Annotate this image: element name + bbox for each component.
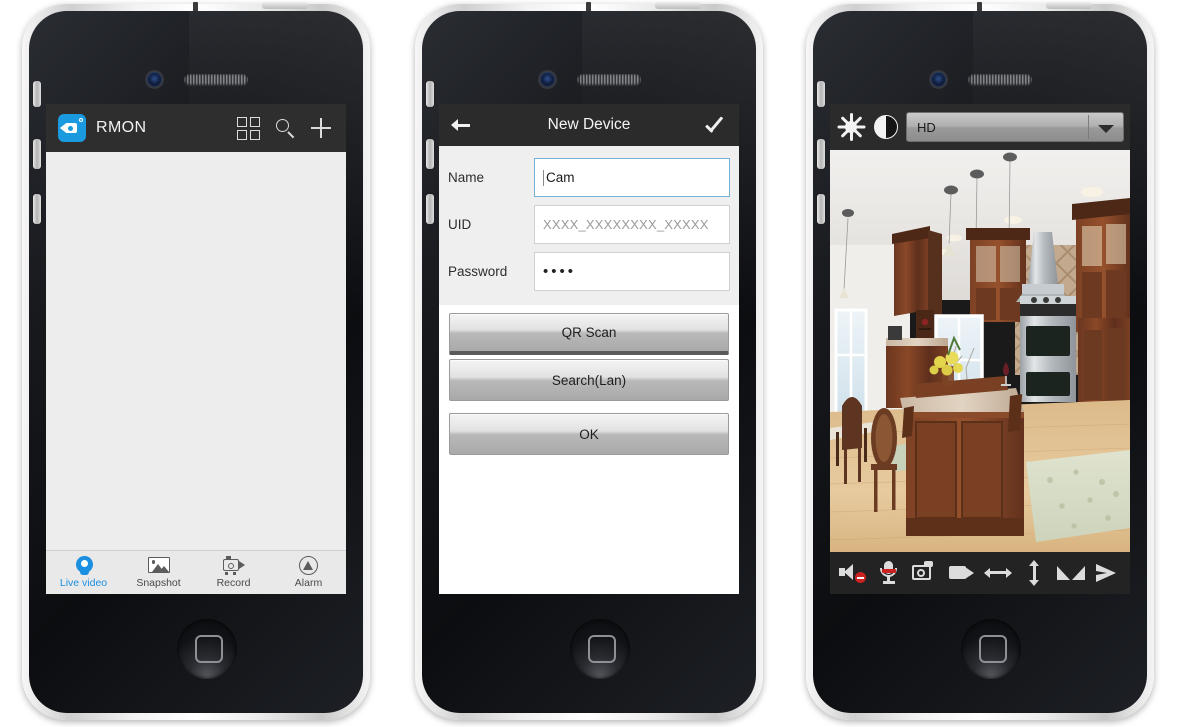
field-placeholder: XXXX_XXXXXXXX_XXXXX (543, 217, 709, 232)
mute-switch[interactable] (426, 81, 434, 107)
page-title: New Device (547, 116, 631, 133)
checkmark-icon[interactable] (704, 115, 727, 135)
field-label: Password (448, 264, 508, 279)
horizontal-pan-icon[interactable] (984, 560, 1013, 586)
earpiece-speaker (968, 74, 1032, 85)
front-camera (147, 72, 162, 87)
alarm-icon (297, 556, 321, 575)
volume-up-button[interactable] (817, 139, 825, 169)
contrast-icon[interactable] (874, 115, 898, 139)
speaker-muted-icon[interactable] (838, 560, 867, 586)
search-icon[interactable] (272, 115, 298, 141)
qr-scan-button[interactable]: QR Scan (449, 313, 729, 355)
form-row-name: Name Cam (439, 154, 739, 201)
live-video-feed[interactable] (830, 150, 1130, 552)
screen-new-device: New Device Name Cam UID XXXX_XXXXXXXX_XX… (439, 104, 739, 594)
tab-live-video[interactable]: Live video (46, 551, 121, 594)
volume-down-button[interactable] (426, 194, 434, 224)
home-button[interactable] (961, 619, 1021, 679)
phone-device-1: RMON Live video Snapshot Record Alarm (12, 0, 380, 727)
field-value: •••• (543, 263, 577, 280)
play-arrow-icon[interactable] (1094, 560, 1122, 586)
earpiece-speaker (577, 74, 641, 85)
microphone-muted-icon[interactable] (875, 560, 903, 586)
screen-device-list: RMON Live video Snapshot Record Alarm (46, 104, 346, 594)
power-button[interactable] (1046, 2, 1092, 9)
name-input[interactable]: Cam (534, 158, 730, 197)
bottom-tab-bar: Live video Snapshot Record Alarm (46, 550, 346, 594)
uid-input[interactable]: XXXX_XXXXXXXX_XXXXX (534, 205, 730, 244)
tab-alarm[interactable]: Alarm (271, 551, 346, 594)
password-input[interactable]: •••• (534, 252, 730, 291)
tab-label: Live video (59, 577, 108, 589)
video-control-bar (830, 552, 1130, 594)
camcorder-app-icon (58, 114, 86, 142)
brightness-sun-icon[interactable] (836, 112, 866, 142)
phone-device-2: New Device Name Cam UID XXXX_XXXXXXXX_XX… (405, 0, 773, 727)
search-lan-button[interactable]: Search(Lan) (449, 359, 729, 401)
camera-snapshot-icon[interactable] (911, 560, 939, 586)
power-button[interactable] (262, 2, 308, 9)
kitchen-scene (830, 150, 1130, 552)
tab-label: Record (216, 577, 251, 589)
app-bar: RMON (46, 104, 346, 152)
record-icon (222, 556, 246, 575)
home-button[interactable] (177, 619, 237, 679)
form-row-uid: UID XXXX_XXXXXXXX_XXXXX (439, 201, 739, 248)
quality-dropdown[interactable]: HD (906, 112, 1124, 142)
volume-up-button[interactable] (426, 139, 434, 169)
field-value: Cam (546, 170, 575, 185)
front-camera (540, 72, 555, 87)
text-caret (543, 169, 544, 186)
field-label: UID (448, 217, 472, 232)
vertical-tilt-icon[interactable] (1021, 560, 1049, 586)
tab-label: Alarm (294, 577, 323, 589)
volume-down-button[interactable] (33, 194, 41, 224)
device-list-area[interactable] (46, 152, 346, 550)
grid-view-icon[interactable] (236, 115, 262, 141)
tab-label: Snapshot (136, 577, 181, 589)
phone-device-3: HD (796, 0, 1164, 727)
camcorder-record-icon[interactable] (948, 560, 976, 586)
form-row-password: Password •••• (439, 248, 739, 295)
video-toolbar: HD (830, 104, 1130, 150)
back-arrow-icon[interactable] (451, 115, 471, 135)
live-video-icon (72, 556, 96, 575)
snapshot-icon (147, 556, 171, 575)
quality-value: HD (917, 119, 936, 135)
home-button[interactable] (570, 619, 630, 679)
volume-down-button[interactable] (817, 194, 825, 224)
volume-up-button[interactable] (33, 139, 41, 169)
front-camera (931, 72, 946, 87)
field-label: Name (448, 170, 485, 185)
tab-record[interactable]: Record (196, 551, 271, 594)
screenshot-stage: RMON Live video Snapshot Record Alarm Ne… (0, 0, 1177, 727)
nav-bar: New Device (439, 104, 739, 146)
plus-icon[interactable] (308, 115, 334, 141)
form-buttons: QR Scan Search(Lan) OK (439, 305, 739, 455)
mute-switch[interactable] (817, 81, 825, 107)
mute-switch[interactable] (33, 81, 41, 107)
earpiece-speaker (184, 74, 248, 85)
device-form: Name Cam UID XXXX_XXXXXXXX_XXXXX Passwor… (439, 146, 739, 305)
mirror-flip-icon[interactable] (1057, 560, 1086, 586)
tab-snapshot[interactable]: Snapshot (121, 551, 196, 594)
ok-button[interactable]: OK (449, 413, 729, 455)
app-title: RMON (96, 119, 147, 136)
power-button[interactable] (655, 2, 701, 9)
screen-live-view: HD (830, 104, 1130, 594)
chevron-down-icon (1098, 125, 1114, 133)
